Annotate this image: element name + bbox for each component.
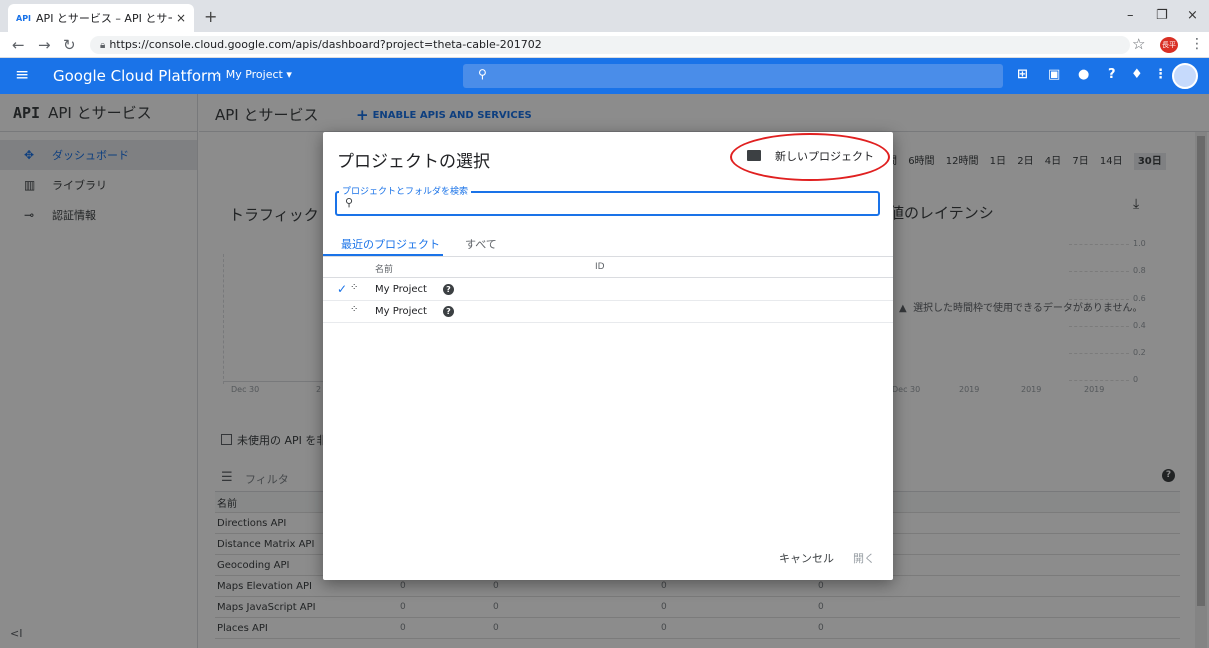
more-icon[interactable]: ⋮ xyxy=(1154,67,1167,82)
column-header-name: 名前 xyxy=(375,265,394,275)
gcp-title[interactable]: Google Cloud Platform xyxy=(53,67,222,85)
profile-avatar[interactable]: 長平 xyxy=(1160,37,1178,53)
project-search-label: プロジェクトとフォルダを検索 xyxy=(339,184,472,197)
chevron-down-icon: ▾ xyxy=(286,68,292,81)
forward-icon[interactable]: → xyxy=(38,36,51,54)
browser-tab-bar: API API とサービス – API とサービス – My × + – ❐ × xyxy=(0,0,1209,32)
open-button[interactable]: 開く xyxy=(853,550,875,566)
hamburger-menu-icon[interactable]: ≡ xyxy=(15,65,29,85)
project-name[interactable]: My Project xyxy=(375,306,427,317)
project-table-header: 名前 ID xyxy=(323,258,893,278)
project-icon: ⁘ xyxy=(350,304,359,315)
api-favicon-icon: API xyxy=(16,13,32,23)
gift-icon[interactable]: ⊞ xyxy=(1017,67,1028,82)
search-icon: ⚲ xyxy=(478,67,487,81)
column-header-id: ID xyxy=(595,262,605,272)
minimize-button[interactable]: – xyxy=(1127,8,1134,23)
red-annotation-circle xyxy=(730,133,890,181)
terminal-icon[interactable]: ▣ xyxy=(1048,67,1060,82)
project-search-input[interactable] xyxy=(361,195,861,212)
restore-button[interactable]: ❐ xyxy=(1156,8,1168,23)
dialog-title: プロジェクトの選択 xyxy=(337,152,490,172)
project-selector[interactable]: ⁘ My Project ▾ xyxy=(213,68,292,81)
close-window-button[interactable]: × xyxy=(1187,8,1198,23)
cancel-button[interactable]: キャンセル xyxy=(779,550,834,566)
search-icon: ⚲ xyxy=(345,196,354,209)
project-row[interactable]: ⁘ My Project ? xyxy=(323,301,893,323)
bookmark-star-icon[interactable]: ☆ xyxy=(1132,35,1145,53)
tab-title: API とサービス – API とサービス – My xyxy=(36,12,172,25)
help-icon[interactable]: ? xyxy=(1108,67,1116,82)
project-name[interactable]: My Project xyxy=(375,284,427,295)
url-text: https://console.cloud.google.com/apis/da… xyxy=(109,38,542,51)
gcp-header: ≡ Google Cloud Platform ⁘ My Project ▾ ⚲… xyxy=(0,58,1209,94)
tab-recent-projects[interactable]: 最近のプロジェクト xyxy=(341,236,440,252)
address-bar: ← → ↻ 🔒︎ https://console.cloud.google.com… xyxy=(0,32,1209,58)
help-icon[interactable]: ? xyxy=(443,306,454,317)
new-tab-button[interactable]: + xyxy=(204,7,217,26)
lock-icon: 🔒︎ xyxy=(100,40,106,51)
project-select-dialog: プロジェクトの選択 新しいプロジェクト ⚲ プロジェクトとフォルダを検索 最近の… xyxy=(323,132,893,580)
back-icon[interactable]: ← xyxy=(12,36,25,54)
notifications-alert-icon[interactable]: ● xyxy=(1078,67,1089,82)
project-dots-icon: ⁘ xyxy=(213,68,223,81)
search-bar[interactable]: ⚲ xyxy=(463,64,1003,88)
browser-menu-icon[interactable]: ⋮ xyxy=(1190,36,1204,52)
tab-close-icon[interactable]: × xyxy=(176,11,186,25)
active-tab-indicator xyxy=(323,254,443,256)
project-icon: ⁘ xyxy=(350,282,359,293)
account-avatar[interactable] xyxy=(1172,63,1198,89)
bell-icon[interactable]: ♦ xyxy=(1131,67,1143,82)
reload-icon[interactable]: ↻ xyxy=(63,36,76,54)
dialog-tabs: 最近のプロジェクト すべて xyxy=(323,232,893,257)
tab-all[interactable]: すべて xyxy=(465,236,497,252)
help-icon[interactable]: ? xyxy=(443,284,454,295)
browser-tab[interactable]: API API とサービス – API とサービス – My × xyxy=(8,4,194,32)
check-icon: ✓ xyxy=(337,282,348,296)
url-field[interactable]: 🔒︎ https://console.cloud.google.com/apis/… xyxy=(90,36,1130,54)
project-name: My Project xyxy=(225,68,283,81)
project-row[interactable]: ✓ ⁘ My Project ? xyxy=(323,279,893,301)
